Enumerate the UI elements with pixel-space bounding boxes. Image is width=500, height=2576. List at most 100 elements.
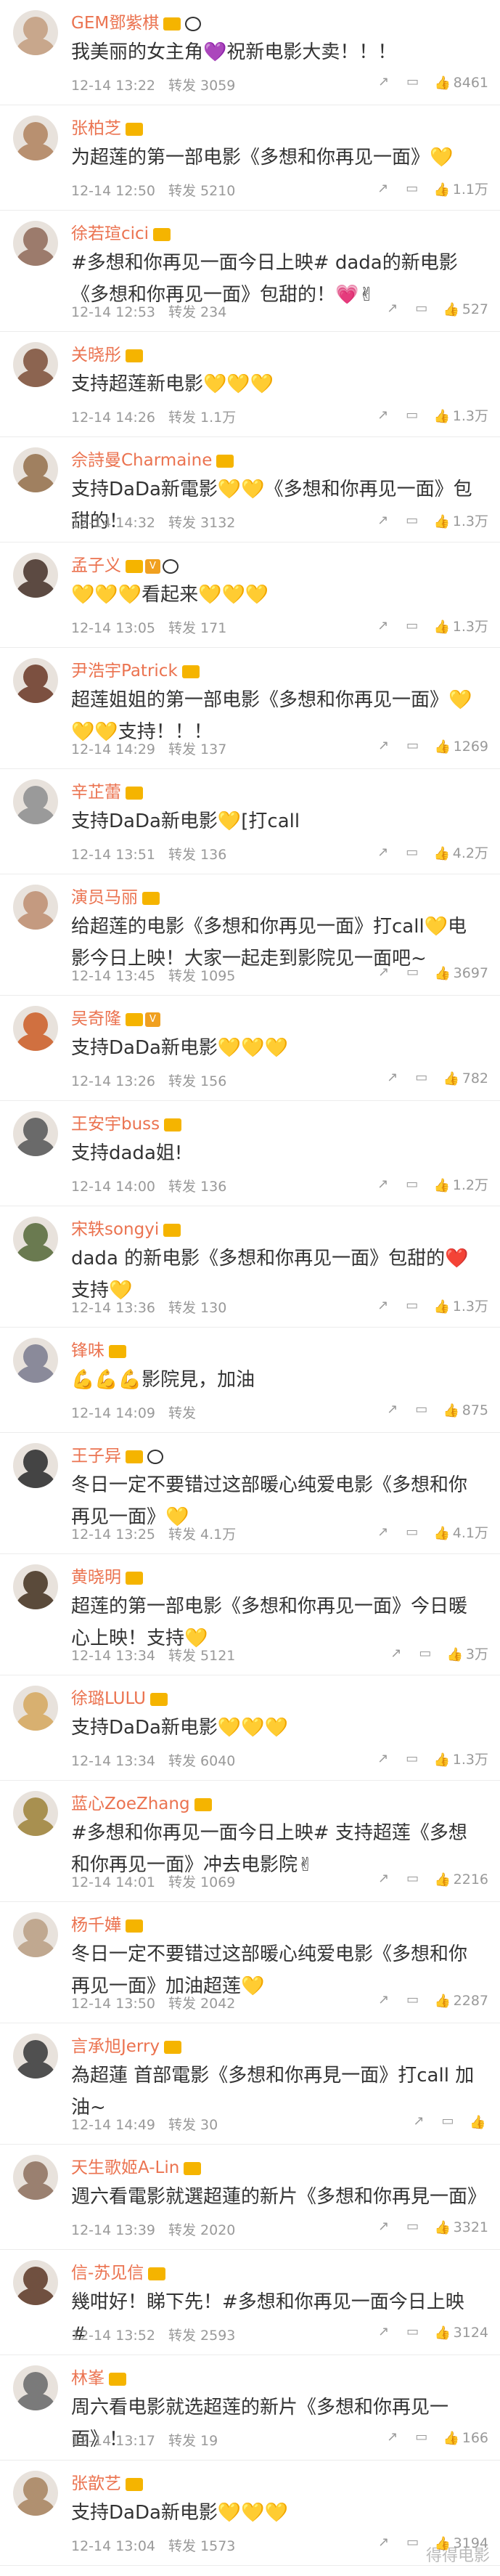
like-button[interactable]: 👍 875 [443, 1401, 488, 1418]
comment-item[interactable]: 天生歌姬A-Lin 週六看電影就選超蓮的新片《多想和你再見一面》 12-14 13:… [0, 2145, 500, 2250]
comment-item[interactable]: 蓝心ZoeZhang #多想和你再见一面今日上映# 支持超莲《多想和你再见一面》冲… [0, 1781, 500, 1902]
username-text[interactable]: 林峯 [71, 2369, 104, 2388]
comment-icon[interactable]: ▭ [406, 1993, 420, 2007]
avatar[interactable] [13, 1338, 58, 1383]
avatar[interactable] [13, 1111, 58, 1156]
share-icon[interactable]: ↗ [376, 1177, 390, 1192]
comment-item[interactable]: 演员马丽 给超莲的电影《多想和你再见一面》打call💛电影今日上映！大家一起走到影… [0, 874, 500, 996]
username[interactable]: 辛芷蕾 [71, 778, 145, 803]
comment-item[interactable]: 徐璐LULU 支持DaDa新电影💛💛💛 12-14 13:34 转发 6040 ↗ ▭ 👍 1.… [0, 1675, 500, 1781]
comment-icon[interactable]: ▭ [405, 513, 419, 528]
comment-icon[interactable]: ▭ [418, 1646, 433, 1661]
username-text[interactable]: 锋味 [71, 1341, 104, 1360]
username-text[interactable]: 吴奇隆 [71, 1009, 121, 1028]
username[interactable]: 张歆艺 [71, 2469, 145, 2494]
comment-icon[interactable]: ▭ [406, 965, 420, 980]
avatar[interactable] [13, 1791, 58, 1836]
comment-item[interactable]: 信-苏见信 幾咁好！睇下先！#多想和你再见一面今日上映# 12-14 13:52 转发… [0, 2250, 500, 2355]
username-text[interactable]: 王子异 [71, 1447, 121, 1466]
comment-item[interactable]: 孟子义 V 💛💛💛看起来💛💛💛 12-14 13:05 转发 171 ↗ ▭ 👍 1.3万 [0, 543, 500, 648]
avatar[interactable] [13, 1564, 58, 1609]
share-icon[interactable]: ↗ [376, 1298, 390, 1313]
comment-icon[interactable]: ▭ [440, 2114, 455, 2129]
username[interactable]: 蓝心ZoeZhang [71, 1789, 214, 1814]
share-icon[interactable]: ↗ [376, 618, 390, 633]
username-text[interactable]: 关晓彤 [71, 346, 121, 365]
like-button[interactable]: 👍 4.1万 [434, 1522, 488, 1542]
like-button[interactable]: 👍 1.3万 [434, 1296, 488, 1315]
comment-item[interactable]: 宋轶songyi dada 的新电影《多想和你再见一面》包甜的❤️支持💛 12-14… [0, 1206, 500, 1328]
comment-icon[interactable]: ▭ [406, 1872, 420, 1886]
avatar[interactable] [13, 1443, 58, 1488]
username-text[interactable]: 天生歌姬A-Lin [71, 2158, 179, 2177]
username-text[interactable]: 徐若瑄cici [71, 224, 149, 243]
comment-icon[interactable]: ▭ [406, 2219, 420, 2234]
comment-icon[interactable]: ▭ [405, 845, 419, 860]
like-button[interactable]: 👍 527 [443, 300, 488, 317]
comment-item[interactable]: 杨千嬅 冬日一定不要错过这部暖心纯爱电影《多想和你再见一面》加油超莲💛 12-14 … [0, 1902, 500, 2023]
like-button[interactable]: 👍 3194 [435, 2534, 488, 2551]
username[interactable]: 吴奇隆 V [71, 1004, 160, 1029]
share-icon[interactable]: ↗ [385, 301, 400, 316]
like-button[interactable]: 👍 2216 [435, 1870, 488, 1888]
share-icon[interactable]: ↗ [376, 845, 390, 860]
share-icon[interactable]: ↗ [377, 2219, 391, 2234]
like-button[interactable]: 👍 1.2万 [434, 1174, 488, 1194]
username-text[interactable]: GEM鄧紫棋 [71, 14, 159, 33]
like-button[interactable]: 👍 1.3万 [434, 405, 488, 425]
avatar[interactable] [13, 1912, 58, 1957]
username[interactable]: 王子异 [71, 1442, 163, 1466]
like-button[interactable]: 👍 166 [443, 2429, 488, 2446]
avatar[interactable] [13, 1686, 58, 1731]
username-text[interactable]: 孟子义 [71, 556, 121, 575]
avatar[interactable] [13, 115, 58, 161]
comment-icon[interactable]: ▭ [414, 1070, 429, 1085]
comment-icon[interactable]: ▭ [405, 1298, 419, 1313]
username[interactable]: 徐璐LULU [71, 1684, 170, 1709]
share-icon[interactable]: ↗ [385, 2430, 400, 2445]
like-button[interactable]: 👍 3697 [435, 964, 488, 981]
share-icon[interactable]: ↗ [385, 1402, 400, 1417]
comment-icon[interactable]: ▭ [405, 1751, 419, 1766]
share-icon[interactable]: ↗ [377, 739, 391, 753]
comment-item[interactable]: 王子异 冬日一定不要错过这部暖心纯爱电影《多想和你再见一面》💛 12-14 13:2… [0, 1433, 500, 1554]
like-button[interactable]: 👍 3124 [435, 2323, 488, 2341]
username-text[interactable]: 辛芷蕾 [71, 783, 121, 802]
username-text[interactable]: 信-苏见信 [71, 2264, 144, 2283]
like-button[interactable]: 👍 3321 [435, 2218, 488, 2235]
share-icon[interactable]: ↗ [377, 1872, 391, 1886]
share-icon[interactable]: ↗ [376, 407, 390, 423]
comment-item[interactable]: 尹浩宇Patrick 超莲姐姐的第一部电影《多想和你再见一面》💛💛💛支持！！！ 12… [0, 648, 500, 769]
comment-icon[interactable]: ▭ [405, 407, 419, 423]
username[interactable]: 关晓彤 [71, 341, 145, 365]
share-icon[interactable]: ↗ [377, 965, 391, 980]
like-button[interactable]: 👍 1269 [435, 737, 488, 755]
username[interactable]: 王安宇buss [71, 1110, 184, 1134]
avatar[interactable] [13, 2365, 58, 2410]
username[interactable]: 徐若瑄cici [71, 219, 173, 244]
comment-icon[interactable]: ▭ [405, 181, 419, 196]
username-text[interactable]: 张歆艺 [71, 2474, 121, 2493]
username-text[interactable]: 佘詩曼Charmaine [71, 451, 212, 470]
comment-icon[interactable]: ▭ [414, 2430, 429, 2445]
avatar[interactable] [13, 221, 58, 266]
avatar[interactable] [13, 342, 58, 387]
comment-item[interactable]: 黄晓明 超莲的第一部电影《多想和你再见一面》今日暖心上映！支持💛 12-14 13:… [0, 1554, 500, 1675]
comment-item[interactable]: 佘詩曼Charmaine 支持DaDa新電影💛💛《多想和你再见一面》包甜的！ 12-… [0, 437, 500, 543]
avatar[interactable] [13, 885, 58, 930]
username[interactable]: 黄晓明 [71, 1563, 145, 1588]
avatar[interactable] [13, 1216, 58, 1261]
username-text[interactable]: 演员马丽 [71, 888, 138, 907]
comment-item[interactable]: 王安宇buss 支持dada姐! 12-14 14:00 转发 136 ↗ ▭ 👍 1.2万 [0, 1101, 500, 1206]
username[interactable]: 言承旭Jerry [71, 2032, 184, 2057]
like-button[interactable]: 👍 1.3万 [434, 511, 488, 530]
comment-item[interactable]: 关晓彤 支持超莲新电影💛💛💛 12-14 14:26 转发 1.1万 ↗ ▭ 👍 1.3万 [0, 332, 500, 437]
comment-icon[interactable]: ▭ [406, 739, 420, 753]
username-text[interactable]: 杨千嬅 [71, 1916, 121, 1935]
like-button[interactable]: 👍 1.3万 [434, 616, 488, 635]
avatar[interactable] [13, 779, 58, 824]
comment-icon[interactable]: ▭ [405, 618, 419, 633]
avatar[interactable] [13, 1006, 58, 1051]
username[interactable]: 信-苏见信 [71, 2259, 168, 2283]
comment-item[interactable]: GEM鄧紫棋 我美丽的女主角💜祝新电影大卖！！！ 12-14 13:22 转发 3059… [0, 0, 500, 105]
